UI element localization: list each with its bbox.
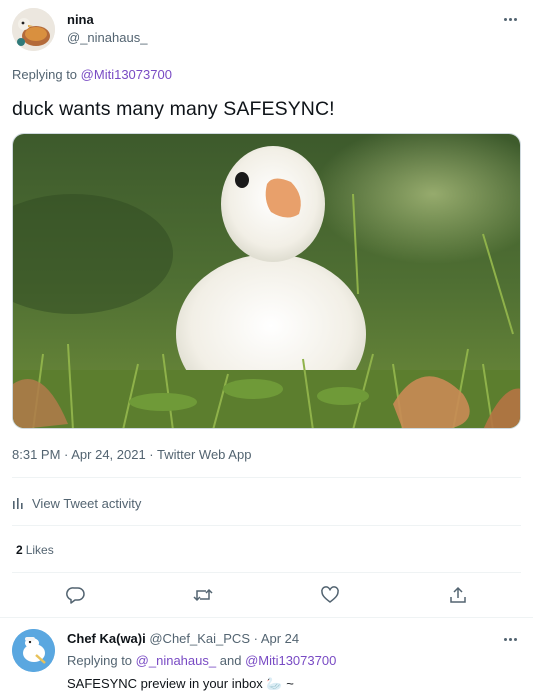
author-handle[interactable]: @_ninahaus_ — [67, 30, 147, 45]
reply-text: SAFESYNC preview in your inbox 🦢 ~ — [67, 676, 294, 691]
author-avatar[interactable] — [12, 8, 55, 51]
likes-label: Likes — [25, 543, 54, 557]
tweet-media-image[interactable] — [12, 133, 521, 429]
reply-separator: · — [250, 631, 261, 646]
replying-to-mention[interactable]: @Miti13073700 — [81, 67, 172, 82]
divider — [12, 525, 521, 526]
reply-mention-1[interactable]: @_ninahaus_ — [136, 653, 216, 668]
reply-tweet[interactable]: Chef Ka(wa)i @Chef_Kai_PCS · Apr 24 Repl… — [0, 617, 533, 697]
reply-header: Chef Ka(wa)i @Chef_Kai_PCS · Apr 24 — [67, 631, 299, 646]
tweet-timestamp[interactable]: 8:31 PM · Apr 24, 2021 · Twitter Web App — [12, 447, 251, 462]
tweet-text: duck wants many many SAFESYNC! — [12, 98, 335, 120]
reply-author-handle[interactable]: @Chef_Kai_PCS — [149, 631, 250, 646]
reply-date[interactable]: Apr 24 — [261, 631, 299, 646]
reply-replying-label: Replying to — [67, 653, 133, 668]
retweet-button[interactable] — [188, 580, 218, 610]
retweet-icon — [193, 588, 213, 602]
replying-to-label: Replying to — [12, 67, 78, 82]
reply-replying-to-line: Replying to @_ninahaus_ and @Miti1307370… — [67, 653, 336, 668]
more-options-icon[interactable] — [499, 10, 521, 28]
like-button[interactable] — [315, 580, 345, 610]
author-name[interactable]: nina — [67, 12, 94, 27]
reply-mention-2[interactable]: @Miti13073700 — [245, 653, 336, 668]
divider — [12, 477, 521, 478]
like-icon — [321, 586, 339, 603]
divider — [12, 572, 521, 573]
share-button[interactable] — [443, 580, 473, 610]
reply-author-name[interactable]: Chef Ka(wa)i — [67, 631, 146, 646]
replying-to-line: Replying to @Miti13073700 — [12, 67, 172, 82]
author-row: nina @_ninahaus_ — [12, 8, 521, 52]
share-icon — [450, 586, 466, 603]
likes-count-link[interactable]: 2 Likes — [16, 543, 54, 557]
reply-button[interactable] — [61, 580, 91, 610]
reply-author-avatar[interactable] — [12, 629, 55, 672]
tweet-action-bar — [12, 578, 521, 612]
likes-count: 2 — [16, 543, 23, 557]
activity-chart-icon — [13, 498, 23, 509]
duckling-photo-icon — [13, 134, 520, 428]
view-tweet-activity-label: View Tweet activity — [32, 495, 142, 511]
reply-and-label: and — [219, 653, 242, 668]
reply-icon — [66, 587, 85, 604]
view-tweet-activity-button[interactable]: View Tweet activity — [12, 493, 141, 513]
reply-more-options-icon[interactable] — [499, 630, 521, 648]
